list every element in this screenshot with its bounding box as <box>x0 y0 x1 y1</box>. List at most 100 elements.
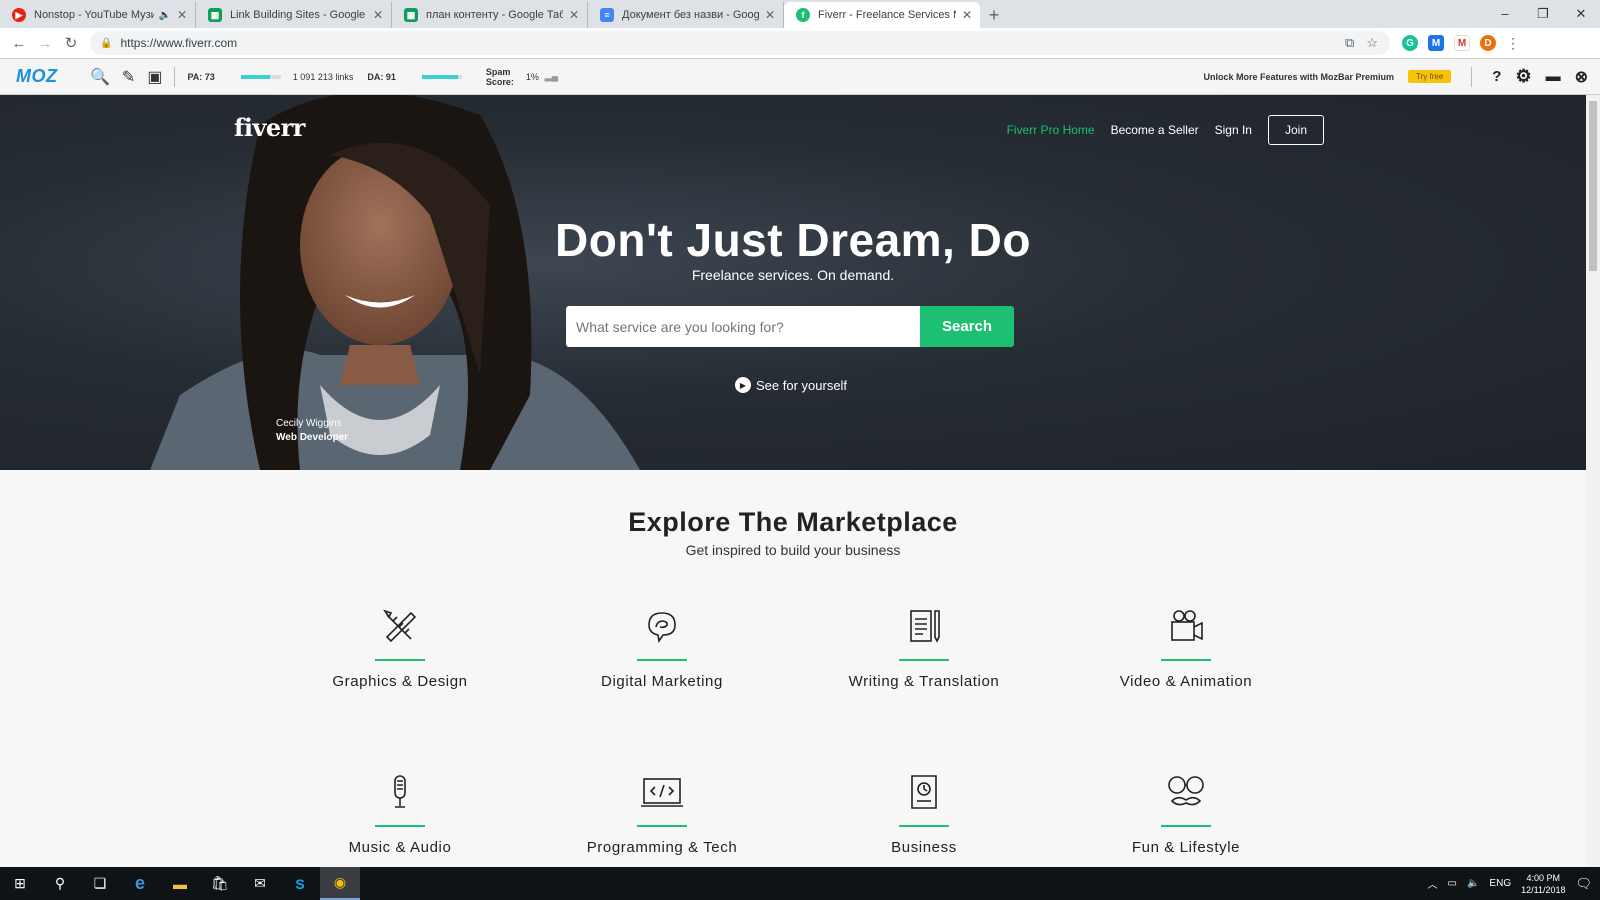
search-input[interactable] <box>566 306 920 347</box>
category-business[interactable]: Business <box>814 773 1034 856</box>
chrome-menu-icon[interactable]: ⋮ <box>1506 35 1520 52</box>
scrollbar-thumb[interactable] <box>1589 101 1597 271</box>
back-arrow-icon[interactable]: ← <box>6 35 32 52</box>
microphone-icon <box>290 773 510 811</box>
see-for-yourself-link[interactable]: ▶ See for yourself <box>735 377 847 393</box>
sign-in-link[interactable]: Sign In <box>1215 123 1252 137</box>
category-video-animation[interactable]: Video & Animation <box>1076 607 1296 690</box>
separator <box>1471 66 1473 87</box>
caption-name: Cecily Wiggins <box>276 418 342 429</box>
mozbar-toolbar: MOZ 🔍 ✎ ▣ PA: 73 1 091 213 links DA: 91 … <box>0 59 1600 95</box>
edge-icon[interactable]: e <box>120 867 160 900</box>
chevron-up-icon[interactable]: ︿ <box>1428 876 1438 891</box>
volume-icon[interactable]: 🔈 <box>1467 878 1479 889</box>
close-tab-icon[interactable]: ✕ <box>177 8 187 22</box>
spam-label: Spam Score: <box>485 66 514 87</box>
category-label: Fun & Lifestyle <box>1131 839 1241 856</box>
gmail-icon[interactable]: M <box>1454 35 1470 51</box>
tab-title: Link Building Sites - Google Табл <box>230 9 367 21</box>
grammarly-icon[interactable]: G <box>1402 35 1418 51</box>
search-button[interactable]: Search <box>920 306 1014 347</box>
category-fun-lifestyle[interactable]: Fun & Lifestyle <box>1076 773 1296 856</box>
close-tab-icon[interactable]: ✕ <box>373 8 383 22</box>
category-label: Business <box>891 839 957 856</box>
store-icon[interactable]: 🛍 <box>200 867 240 900</box>
skype-icon[interactable]: S <box>280 867 320 900</box>
clock-time: 4:00 PM <box>1526 872 1561 883</box>
da-bar <box>421 74 462 79</box>
separator <box>174 66 176 87</box>
page-analysis-icon[interactable]: 🔍 <box>90 67 110 87</box>
minimize-bar-icon[interactable]: ▬ <box>1546 68 1561 85</box>
close-circle-icon[interactable]: ⊗ <box>1575 67 1588 87</box>
keyword-icon[interactable]: ▣ <box>147 67 162 87</box>
join-button[interactable]: Join <box>1267 115 1324 145</box>
youtube-favicon-icon: ▶ <box>12 8 26 22</box>
unlock-premium-text[interactable]: Unlock More Features with MozBar Premium <box>1203 72 1394 82</box>
fiverr-logo[interactable]: fiverr <box>234 113 305 142</box>
sheets-favicon-icon: ▦ <box>404 8 418 22</box>
moz-logo[interactable]: MOZ <box>16 66 70 87</box>
restore-icon[interactable]: ❐ <box>1524 0 1562 28</box>
reload-icon[interactable]: ↻ <box>58 34 84 52</box>
category-writing-translation[interactable]: Writing & Translation <box>814 607 1034 690</box>
browser-tab-active[interactable]: f Fiverr - Freelance Services Marke ✕ <box>784 2 980 28</box>
file-explorer-icon[interactable]: ▬ <box>160 867 200 900</box>
help-icon[interactable]: ? <box>1492 68 1501 85</box>
document-pen-icon <box>814 607 1034 645</box>
tab-title: план контенту - Google Таблиці <box>426 9 563 21</box>
become-seller-link[interactable]: Become a Seller <box>1111 123 1199 137</box>
gear-icon[interactable]: ⚙ <box>1515 66 1531 87</box>
close-tab-icon[interactable]: ✕ <box>962 8 972 22</box>
category-label: Video & Animation <box>1119 673 1253 690</box>
chrome-taskbar-icon[interactable]: ◉ <box>320 867 360 900</box>
translate-icon[interactable]: ⧉ <box>1345 35 1354 51</box>
fiverr-pro-link[interactable]: Fiverr Pro Home <box>1007 123 1095 137</box>
category-graphics-design[interactable]: Graphics & Design <box>290 607 510 690</box>
da-bar-fill <box>421 74 459 79</box>
category-label: Writing & Translation <box>848 673 1000 690</box>
mozbar-right: Unlock More Features with MozBar Premium… <box>1203 66 1600 87</box>
browser-tab[interactable]: ≡ Документ без назви - Google Д ✕ <box>588 2 784 28</box>
forward-arrow-icon[interactable]: → <box>32 35 58 52</box>
browser-tab[interactable]: ▦ Link Building Sites - Google Табл ✕ <box>196 2 392 28</box>
category-programming-tech[interactable]: Programming & Tech <box>552 773 772 856</box>
close-tab-icon[interactable]: ✕ <box>569 8 579 22</box>
pa-bar-fill <box>240 74 270 79</box>
close-tab-icon[interactable]: ✕ <box>765 8 775 22</box>
speech-bubble-icon <box>552 607 772 645</box>
category-digital-marketing[interactable]: Digital Marketing <box>552 607 772 690</box>
minimize-icon[interactable]: – <box>1486 0 1524 28</box>
page-scrollbar[interactable] <box>1586 95 1600 867</box>
explore-subtitle: Get inspired to build your business <box>685 542 901 558</box>
language-indicator[interactable]: ENG <box>1489 878 1511 889</box>
clock[interactable]: 4:00 PM 12/11/2018 <box>1521 872 1565 896</box>
links-count: 1 091 213 links <box>292 71 354 82</box>
window-controls: – ❐ ✕ <box>1486 0 1600 28</box>
search-icon[interactable]: ⚲ <box>40 867 80 900</box>
clock-date: 12/11/2018 <box>1521 884 1566 895</box>
try-free-button[interactable]: Try free <box>1408 70 1452 83</box>
highlight-pencil-icon[interactable]: ✎ <box>122 67 135 87</box>
extension-m-icon[interactable]: M <box>1428 35 1444 51</box>
speaker-icon[interactable]: 🔈 <box>158 10 170 21</box>
browser-tab-strip: ▶ Nonstop - YouTube Музика 🔈 ✕ ▦ Link Bu… <box>0 0 1600 28</box>
mail-icon[interactable]: ✉ <box>240 867 280 900</box>
new-tab-button[interactable]: + <box>980 2 1008 28</box>
windows-start-icon[interactable]: ⊞ <box>0 867 40 900</box>
spam-score-metric: Spam Score: 1% ▂▄ <box>486 67 558 87</box>
profile-avatar-icon[interactable]: D <box>1480 35 1496 51</box>
browser-tab[interactable]: ▦ план контенту - Google Таблиці ✕ <box>392 2 588 28</box>
omnibox[interactable]: 🔒 https://www.fiverr.com ⧉ ☆ <box>90 31 1390 55</box>
web-page: fiverr Fiverr Pro Home Become a Seller S… <box>0 95 1586 867</box>
category-music-audio[interactable]: Music & Audio <box>290 773 510 856</box>
browser-tab[interactable]: ▶ Nonstop - YouTube Музика 🔈 ✕ <box>0 2 196 28</box>
notifications-icon[interactable]: 🗨 <box>1575 876 1592 892</box>
category-label: Music & Audio <box>348 839 452 856</box>
close-window-icon[interactable]: ✕ <box>1562 0 1600 28</box>
network-icon[interactable]: ▭ <box>1448 878 1457 889</box>
bookmark-star-icon[interactable]: ☆ <box>1366 35 1378 51</box>
da-label: DA: 91 <box>367 71 396 82</box>
glasses-mustache-icon <box>1076 773 1296 811</box>
task-view-icon[interactable]: ❏ <box>80 867 120 900</box>
